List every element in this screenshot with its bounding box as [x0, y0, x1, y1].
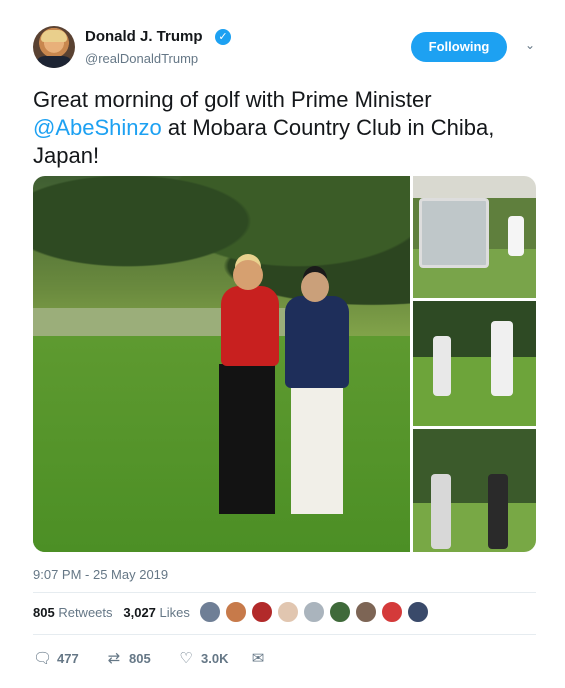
- photo-main[interactable]: [33, 176, 410, 552]
- like-button[interactable]: ♡ 3.0K: [177, 648, 228, 668]
- verified-badge-icon: ✓: [215, 29, 231, 45]
- golfer-figure-left: [431, 474, 451, 549]
- tweet-stats: 805 Retweets 3,027 Likes: [33, 605, 190, 620]
- liker-avatar[interactable]: [329, 601, 351, 623]
- tweet-text-start: Great morning of golf with Prime Ministe…: [33, 87, 432, 112]
- tweet-actions: 🗨 477 ⇄ 805 ♡ 3.0K ✉: [33, 648, 293, 668]
- golfer-figure: [508, 216, 524, 256]
- author-handle[interactable]: @realDonaldTrump: [85, 51, 198, 66]
- golfer-figure-right: [491, 321, 513, 396]
- author-name[interactable]: Donald J. Trump: [85, 28, 203, 45]
- figure-left-jacket: [221, 286, 279, 366]
- envelope-icon: ✉: [251, 649, 265, 667]
- liker-avatar[interactable]: [303, 601, 325, 623]
- direct-message-button[interactable]: ✉: [249, 648, 267, 668]
- liker-avatar[interactable]: [199, 601, 221, 623]
- chevron-down-icon[interactable]: ⌄: [523, 38, 537, 52]
- divider-top: [33, 592, 536, 593]
- author-avatar[interactable]: [33, 26, 75, 68]
- retweet-icon: ⇄: [107, 649, 121, 667]
- following-button[interactable]: Following: [411, 32, 507, 62]
- photo-putting[interactable]: [413, 301, 536, 426]
- photo-grid: [33, 176, 536, 552]
- liker-avatar[interactable]: [277, 601, 299, 623]
- retweets-label[interactable]: Retweets: [58, 605, 112, 620]
- liker-avatar[interactable]: [225, 601, 247, 623]
- figure-right-legs: [291, 384, 343, 514]
- retweet-count: 805: [129, 650, 151, 666]
- avatar-hair: [41, 30, 67, 42]
- golf-cart-shape: [419, 198, 489, 268]
- likes-count[interactable]: 3,027: [123, 605, 156, 620]
- liker-avatar[interactable]: [251, 601, 273, 623]
- golfer-figure-right: [488, 474, 508, 549]
- figure-left-head: [233, 260, 263, 290]
- divider-bottom: [33, 634, 536, 635]
- golfer-figure-left: [433, 336, 451, 396]
- liker-avatar[interactable]: [407, 601, 429, 623]
- retweets-count[interactable]: 805: [33, 605, 55, 620]
- reply-icon: 🗨: [33, 649, 53, 667]
- avatar-suit: [35, 56, 73, 68]
- tweet-text: Great morning of golf with Prime Ministe…: [33, 86, 533, 170]
- liker-avatar[interactable]: [381, 601, 403, 623]
- heart-icon: ♡: [179, 649, 193, 667]
- photo-golf-cart[interactable]: [413, 176, 536, 298]
- photo-standing[interactable]: [413, 429, 536, 552]
- figure-right-head: [301, 272, 329, 302]
- reply-count: 477: [57, 650, 79, 666]
- likes-label[interactable]: Likes: [160, 605, 190, 620]
- reply-button[interactable]: 🗨 477: [33, 648, 79, 668]
- liker-avatar[interactable]: [355, 601, 377, 623]
- like-count: 3.0K: [201, 650, 229, 666]
- figure-right-jacket: [285, 296, 349, 388]
- tweet-timestamp[interactable]: 9:07 PM - 25 May 2019: [33, 567, 168, 582]
- figure-left-legs: [219, 364, 275, 514]
- mention-link[interactable]: @AbeShinzo: [33, 115, 162, 140]
- retweet-button[interactable]: ⇄ 805: [105, 648, 151, 668]
